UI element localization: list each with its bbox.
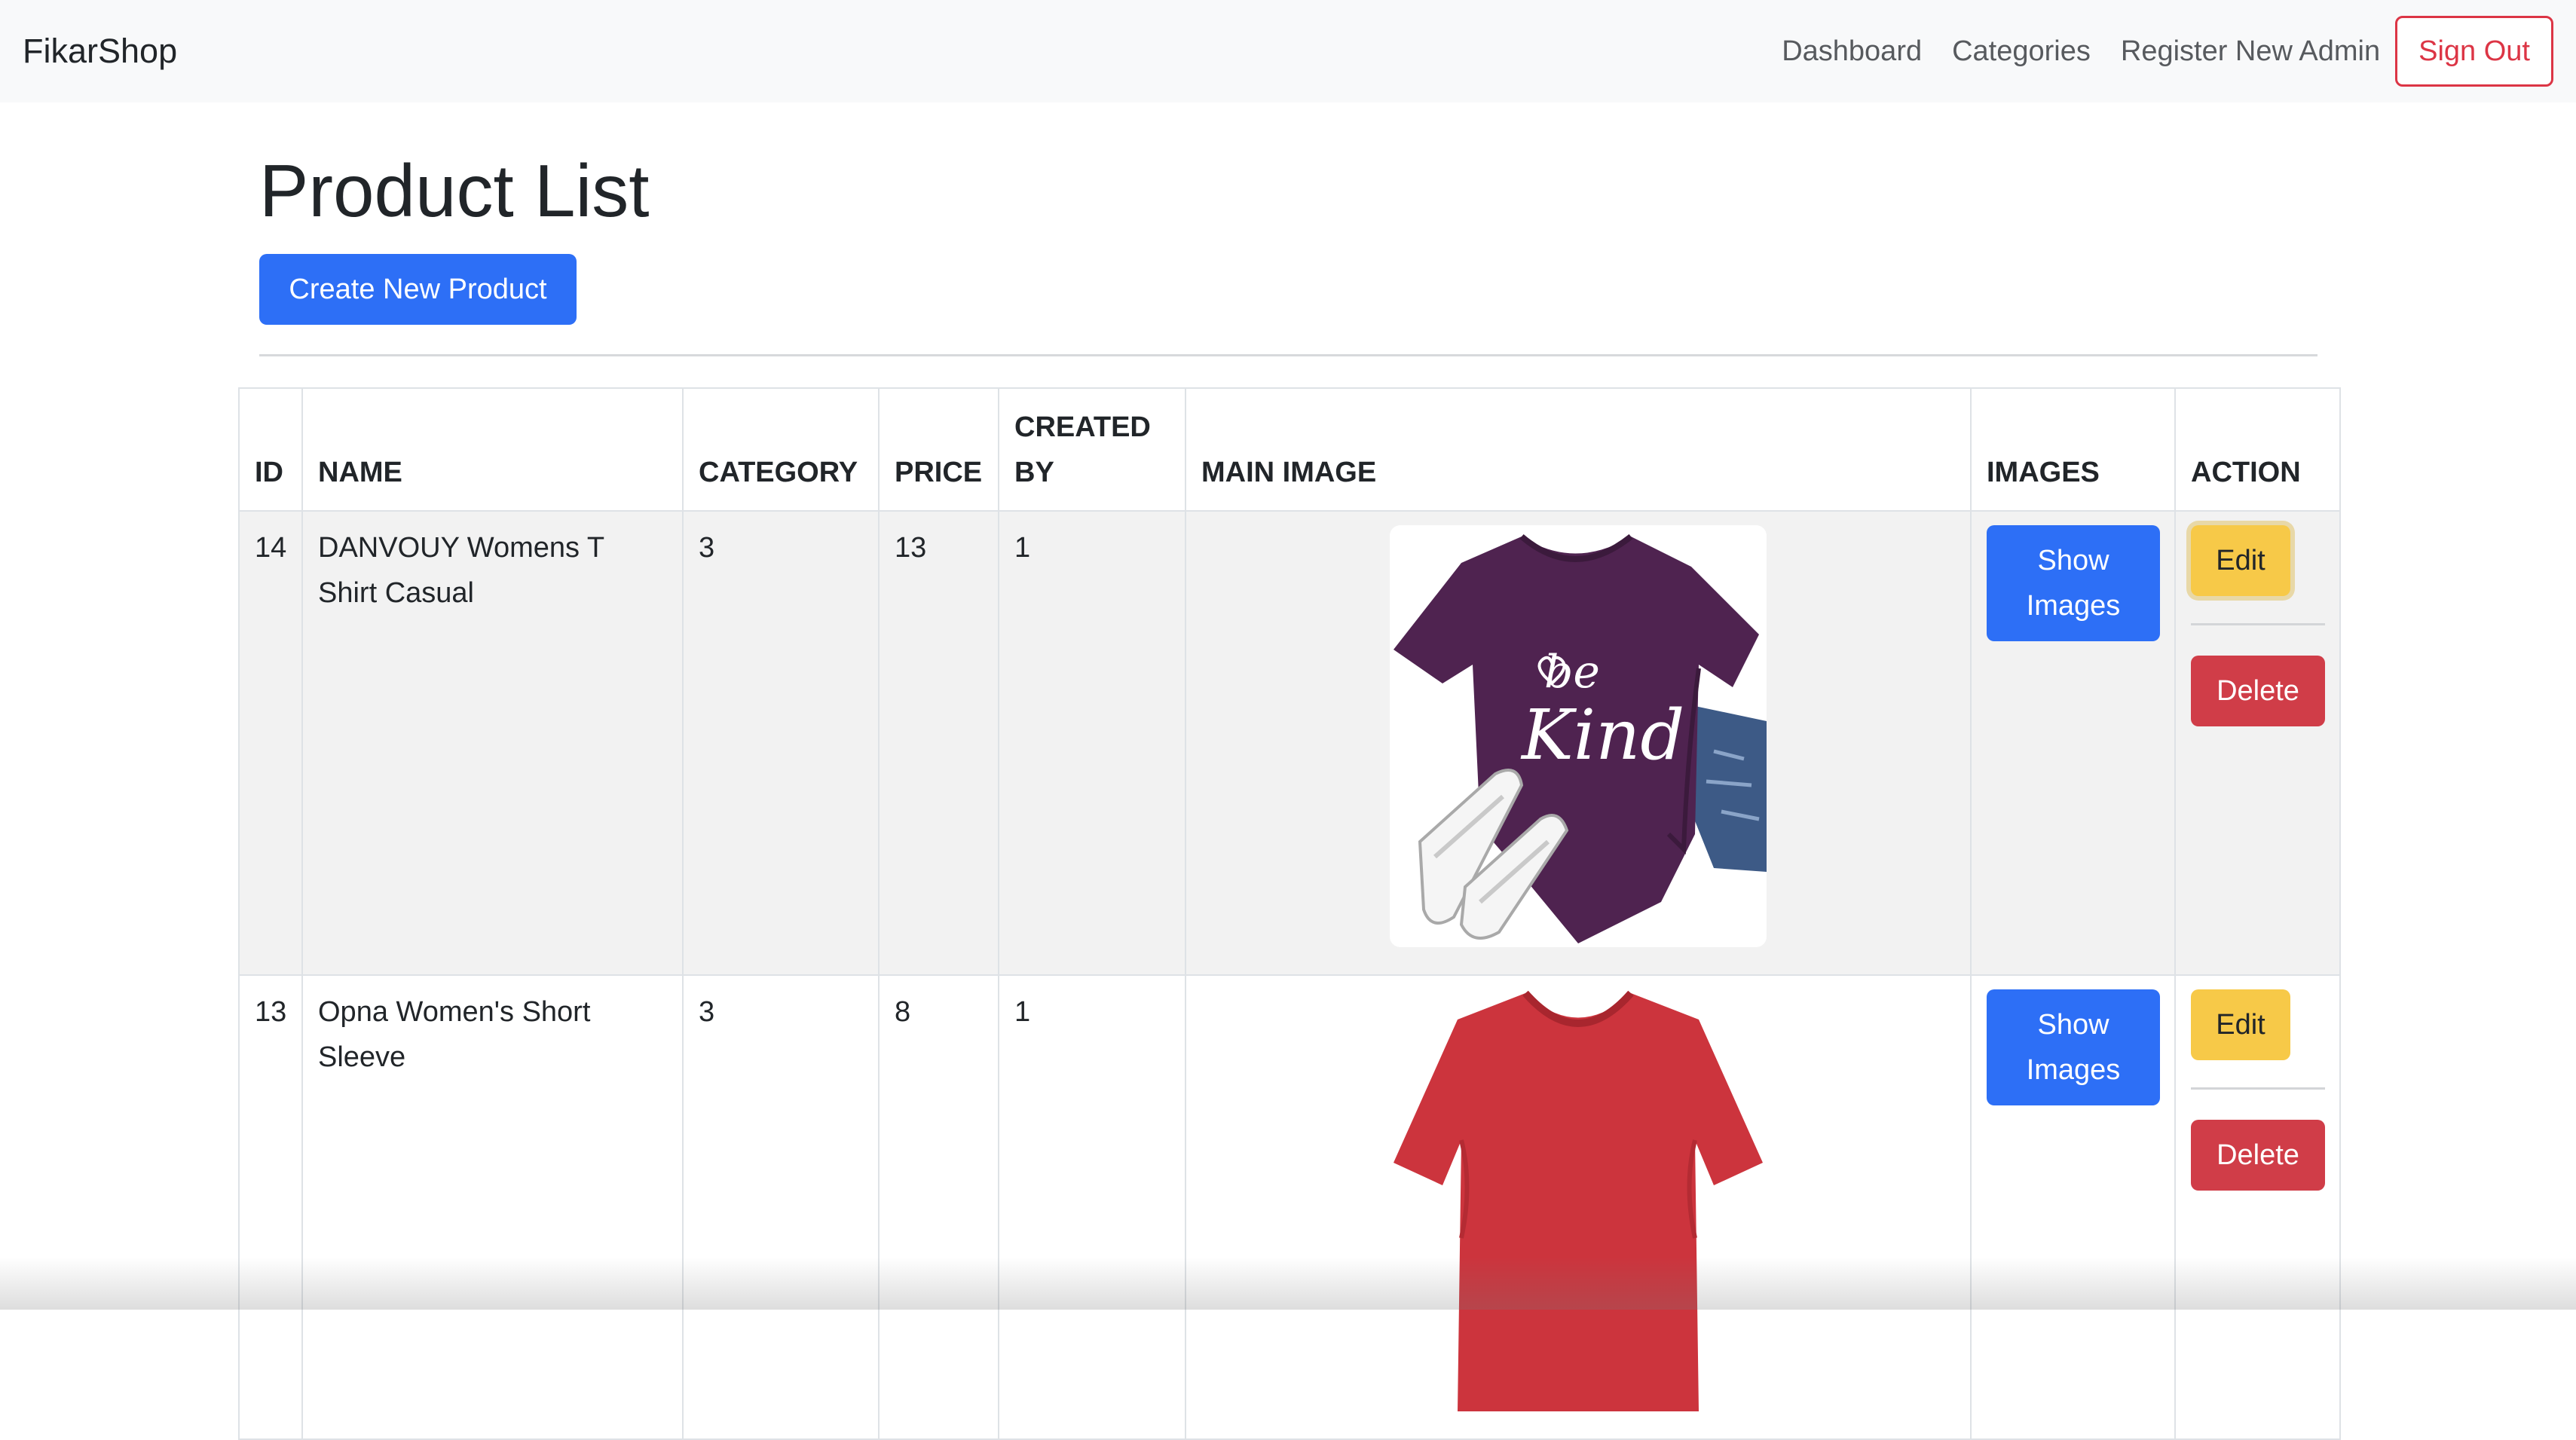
header-name: NAME [302, 388, 683, 511]
nav-links: Dashboard Categories Register New Admin … [1751, 16, 2553, 87]
header-images: IMAGES [1971, 388, 2175, 511]
cell-created-by: 1 [999, 975, 1186, 1439]
cell-category: 3 [683, 511, 879, 975]
cell-price: 8 [879, 975, 999, 1439]
cell-created-by: 1 [999, 511, 1186, 975]
edit-button[interactable]: Edit [2191, 525, 2290, 596]
header-main-image: MAIN IMAGE [1186, 388, 1971, 511]
cell-action: Edit Delete [2175, 511, 2340, 975]
table-row: 13 Opna Women's Short Sleeve 3 8 1 Sho [239, 975, 2340, 1439]
brand-link[interactable]: FikarShop [23, 32, 177, 71]
nav-link-register-admin[interactable]: Register New Admin [2121, 35, 2380, 68]
product-table-wrapper: ID NAME CATEGORY PRICE CREATED BY MAIN I… [238, 387, 2339, 1440]
nav-link-dashboard[interactable]: Dashboard [1782, 35, 1922, 68]
cell-category: 3 [683, 975, 879, 1439]
header-created-by: CREATED BY [999, 388, 1186, 511]
navbar: FikarShop Dashboard Categories Register … [0, 0, 2576, 102]
cell-images: Show Images [1971, 511, 2175, 975]
edit-button[interactable]: Edit [2191, 989, 2290, 1060]
red-vneck-tshirt-image [1390, 989, 1767, 1411]
header-id: ID [239, 388, 302, 511]
create-product-button[interactable]: Create New Product [259, 254, 577, 325]
cell-images: Show Images [1971, 975, 2175, 1439]
cell-price: 13 [879, 511, 999, 975]
cell-name: Opna Women's Short Sleeve [302, 975, 683, 1439]
header-category: CATEGORY [683, 388, 879, 511]
header-price: PRICE [879, 388, 999, 511]
action-divider [2191, 1087, 2325, 1090]
header-divider [259, 354, 2317, 356]
purple-be-kind-tshirt-image: be Kind [1390, 525, 1767, 947]
table-row: 14 DANVOUY Womens T Shirt Casual 3 13 1 [239, 511, 2340, 975]
delete-button[interactable]: Delete [2191, 656, 2325, 726]
delete-button[interactable]: Delete [2191, 1120, 2325, 1191]
show-images-button[interactable]: Show Images [1987, 989, 2160, 1105]
sign-out-button[interactable]: Sign Out [2395, 16, 2553, 87]
svg-text:Kind: Kind [1520, 695, 1684, 775]
cell-main-image [1186, 975, 1971, 1439]
show-images-button[interactable]: Show Images [1987, 525, 2160, 641]
svg-text:be: be [1544, 646, 1600, 699]
table-header-row: ID NAME CATEGORY PRICE CREATED BY MAIN I… [239, 388, 2340, 511]
cell-id: 14 [239, 511, 302, 975]
cell-id: 13 [239, 975, 302, 1439]
nav-link-categories[interactable]: Categories [1952, 35, 2091, 68]
product-table: ID NAME CATEGORY PRICE CREATED BY MAIN I… [238, 387, 2341, 1440]
cell-name: DANVOUY Womens T Shirt Casual [302, 511, 683, 975]
header-action: ACTION [2175, 388, 2340, 511]
cell-main-image: be Kind [1186, 511, 1971, 975]
cell-action: Edit Delete [2175, 975, 2340, 1439]
page-title: Product List [259, 151, 649, 232]
action-divider [2191, 623, 2325, 625]
